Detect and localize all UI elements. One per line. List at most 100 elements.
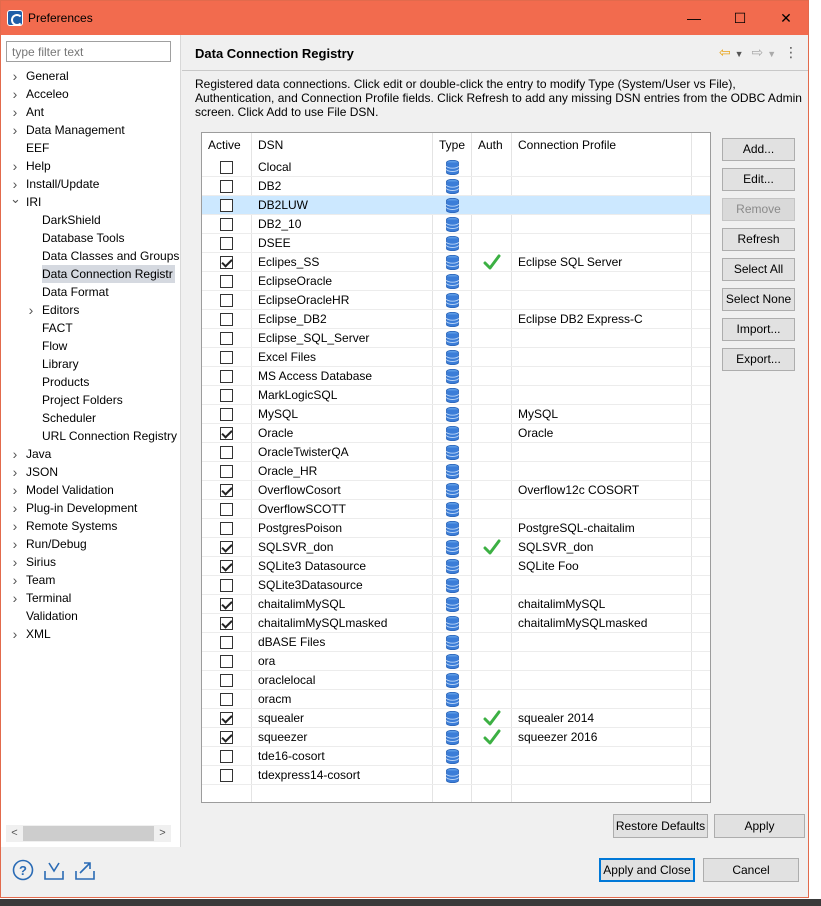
collapsed-chevron-icon[interactable]: › <box>10 625 20 643</box>
view-menu-icon[interactable]: ⋮ <box>784 44 798 60</box>
table-row[interactable]: OracleTwisterQA <box>202 443 710 462</box>
select-none-button[interactable]: Select None <box>722 288 795 311</box>
apply-button[interactable]: Apply <box>714 814 805 838</box>
sidebar-item[interactable]: URL Connection Registry <box>1 427 179 445</box>
table-row[interactable]: Oracle_HR <box>202 462 710 481</box>
export-preferences-icon[interactable] <box>74 859 96 881</box>
minimize-button[interactable]: — <box>671 1 717 35</box>
table-row[interactable]: OverflowSCOTT <box>202 500 710 519</box>
active-checkbox[interactable] <box>220 598 233 611</box>
sidebar-item[interactable]: › General <box>1 67 179 85</box>
collapsed-chevron-icon[interactable]: › <box>10 85 20 103</box>
sidebar-item[interactable]: › Run/Debug <box>1 535 179 553</box>
sidebar-item[interactable]: › JSON <box>1 463 179 481</box>
active-checkbox[interactable] <box>220 674 233 687</box>
table-row[interactable]: tde16-cosort <box>202 747 710 766</box>
sidebar-item[interactable]: Flow <box>1 337 179 355</box>
sidebar-item[interactable]: › Help <box>1 157 179 175</box>
sidebar-horizontal-scrollbar[interactable]: < > <box>6 825 171 842</box>
table-row[interactable]: MySQL MySQL <box>202 405 710 424</box>
collapsed-chevron-icon[interactable]: › <box>10 535 20 553</box>
active-checkbox[interactable] <box>220 579 233 592</box>
refresh-button[interactable]: Refresh <box>722 228 795 251</box>
sidebar-item[interactable]: Scheduler <box>1 409 179 427</box>
sidebar-item[interactable]: › Sirius <box>1 553 179 571</box>
forward-dropdown-icon[interactable]: ▼ <box>767 49 776 59</box>
table-row[interactable]: Eclipse_DB2 Eclipse DB2 Express-C <box>202 310 710 329</box>
table-row[interactable]: chaitalimMySQL chaitalimMySQL <box>202 595 710 614</box>
active-checkbox[interactable] <box>220 180 233 193</box>
sidebar-item[interactable]: › Team <box>1 571 179 589</box>
table-row[interactable]: DB2LUW <box>202 196 710 215</box>
table-row[interactable]: Oracle Oracle <box>202 424 710 443</box>
forward-arrow-icon[interactable]: ⇨ <box>751 44 763 60</box>
active-checkbox[interactable] <box>220 389 233 402</box>
export-button[interactable]: Export... <box>722 348 795 371</box>
table-row[interactable]: DSEE <box>202 234 710 253</box>
remove-button[interactable]: Remove <box>722 198 795 221</box>
expanded-chevron-icon[interactable]: ⌄ <box>10 193 21 208</box>
collapsed-chevron-icon[interactable]: › <box>10 589 20 607</box>
table-row[interactable]: EclipseOracle <box>202 272 710 291</box>
sidebar-item[interactable]: › Install/Update <box>1 175 179 193</box>
table-row[interactable]: tdexpress14-cosort <box>202 766 710 785</box>
table-row[interactable]: SQLite3 Datasource SQLite Foo <box>202 557 710 576</box>
sidebar-item[interactable]: Library <box>1 355 179 373</box>
close-button[interactable]: ✕ <box>763 1 809 35</box>
cancel-button[interactable]: Cancel <box>703 858 799 882</box>
active-checkbox[interactable] <box>220 693 233 706</box>
active-checkbox[interactable] <box>220 446 233 459</box>
collapsed-chevron-icon[interactable]: › <box>10 571 20 589</box>
sidebar-item[interactable]: › Java <box>1 445 179 463</box>
active-checkbox[interactable] <box>220 370 233 383</box>
back-dropdown-icon[interactable]: ▼ <box>735 49 744 59</box>
collapsed-chevron-icon[interactable]: › <box>10 463 20 481</box>
table-row[interactable]: SQLSVR_don SQLSVR_don <box>202 538 710 557</box>
sidebar-item[interactable]: › Data Management <box>1 121 179 139</box>
scroll-left-arrow-icon[interactable]: < <box>6 825 23 842</box>
table-row[interactable]: Excel Files <box>202 348 710 367</box>
table-row[interactable]: Clocal <box>202 158 710 177</box>
active-checkbox[interactable] <box>220 294 233 307</box>
collapsed-chevron-icon[interactable]: › <box>10 481 20 499</box>
edit-button[interactable]: Edit... <box>722 168 795 191</box>
active-checkbox[interactable] <box>220 484 233 497</box>
active-checkbox[interactable] <box>220 161 233 174</box>
active-checkbox[interactable] <box>220 750 233 763</box>
active-checkbox[interactable] <box>220 655 233 668</box>
active-checkbox[interactable] <box>220 332 233 345</box>
active-checkbox[interactable] <box>220 237 233 250</box>
add-button[interactable]: Add... <box>722 138 795 161</box>
table-row[interactable]: DB2_10 <box>202 215 710 234</box>
sidebar-item[interactable]: › Acceleo <box>1 85 179 103</box>
table-row[interactable]: MS Access Database <box>202 367 710 386</box>
active-checkbox[interactable] <box>220 218 233 231</box>
table-row[interactable]: DB2 <box>202 177 710 196</box>
active-checkbox[interactable] <box>220 465 233 478</box>
sidebar-item[interactable]: › Editors <box>1 301 179 319</box>
sidebar-item[interactable]: › Remote Systems <box>1 517 179 535</box>
active-checkbox[interactable] <box>220 275 233 288</box>
sidebar-item[interactable]: DarkShield <box>1 211 179 229</box>
active-checkbox[interactable] <box>220 351 233 364</box>
sidebar-item[interactable]: › Terminal <box>1 589 179 607</box>
active-checkbox[interactable] <box>220 769 233 782</box>
table-row[interactable]: OverflowCosort Overflow12c COSORT <box>202 481 710 500</box>
table-row[interactable]: Eclipse_SQL_Server <box>202 329 710 348</box>
sidebar-item[interactable]: Data Connection Registr <box>1 265 179 283</box>
collapsed-chevron-icon[interactable]: › <box>10 157 20 175</box>
collapsed-chevron-icon[interactable]: › <box>10 67 20 85</box>
apply-and-close-button[interactable]: Apply and Close <box>599 858 695 882</box>
sidebar-item[interactable]: › Plug-in Development <box>1 499 179 517</box>
collapsed-chevron-icon[interactable]: › <box>10 553 20 571</box>
active-checkbox[interactable] <box>220 731 233 744</box>
collapsed-chevron-icon[interactable]: › <box>10 103 20 121</box>
table-row[interactable]: MarkLogicSQL <box>202 386 710 405</box>
active-checkbox[interactable] <box>220 541 233 554</box>
active-checkbox[interactable] <box>220 712 233 725</box>
maximize-button[interactable]: ☐ <box>717 1 763 35</box>
back-arrow-icon[interactable]: ⇦ <box>719 44 731 60</box>
import-preferences-icon[interactable] <box>43 859 65 881</box>
table-row[interactable]: squeezer squeezer 2016 <box>202 728 710 747</box>
collapsed-chevron-icon[interactable]: › <box>10 175 20 193</box>
